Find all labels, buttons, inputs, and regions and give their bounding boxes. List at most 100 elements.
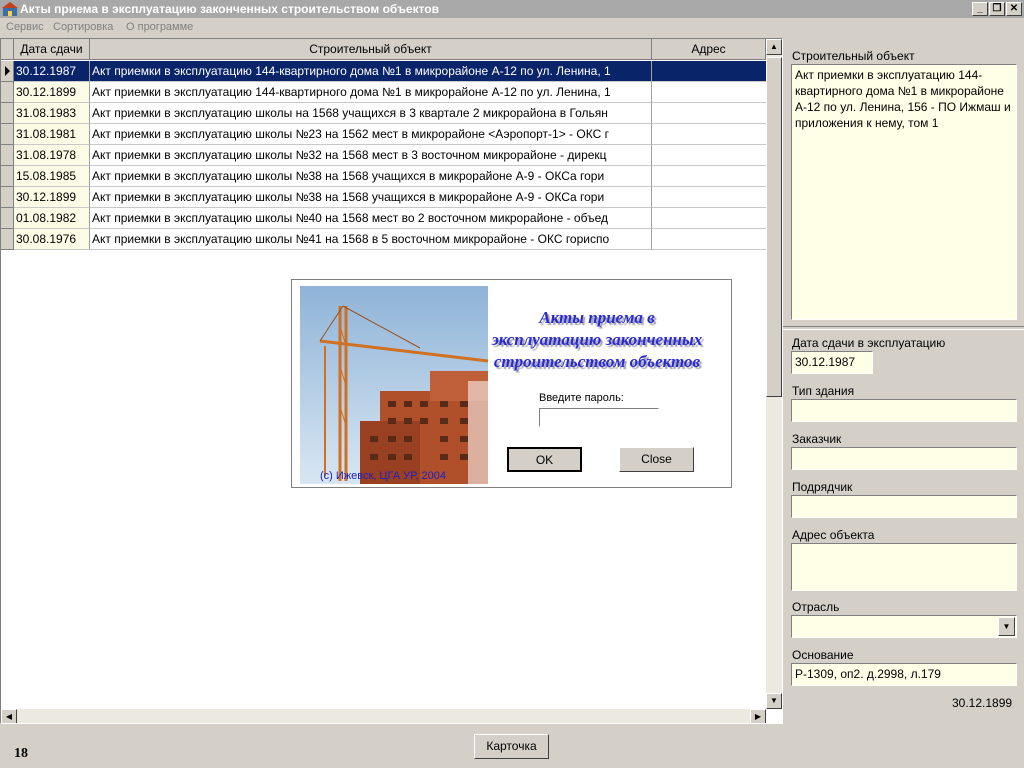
cell-date[interactable]: 30.12.1899 [14, 187, 90, 208]
cell-address[interactable] [652, 82, 766, 103]
footer-date: 30.12.1899 [952, 696, 1013, 710]
cell-address[interactable] [652, 61, 766, 82]
cell-address[interactable] [652, 166, 766, 187]
header-object[interactable]: Строительный объект [90, 39, 652, 60]
cell-date[interactable]: 31.08.1983 [14, 103, 90, 124]
row-indicator[interactable] [1, 187, 14, 208]
grid-header: Дата сдачи Строительный объект Адрес [1, 39, 766, 61]
menu-bar: Сервис Сортировка О программе [0, 18, 1024, 36]
table-row[interactable]: 30.08.1976 Акт приемки в эксплуатацию шко… [1, 229, 766, 250]
date-label: Дата сдачи в эксплуатацию [792, 336, 946, 350]
cell-address[interactable] [652, 103, 766, 124]
cell-date[interactable]: 30.08.1976 [14, 229, 90, 250]
table-row[interactable]: 31.08.1981 Акт приемки в эксплуатацию шко… [1, 124, 766, 145]
table-row[interactable]: 15.08.1985 Акт приемки в эксплуатацию шко… [1, 166, 766, 187]
contractor-label: Подрядчик [792, 480, 853, 494]
cell-address[interactable] [652, 229, 766, 250]
close-button[interactable]: ✕ [1006, 2, 1022, 16]
cell-object[interactable]: Акт приемки в эксплуатацию 144-квартирно… [90, 61, 652, 82]
basis-label: Основание [792, 648, 854, 662]
panel-divider [783, 326, 1024, 330]
menu-service[interactable]: Сервис [6, 21, 44, 33]
bottom-bar: 18 Карточка [0, 724, 1024, 768]
row-indicator[interactable] [1, 145, 14, 166]
dialog-title-line3: строительством объектов [493, 352, 701, 371]
cell-object[interactable]: Акт приемки в эксплуатацию школы №38 на … [90, 187, 652, 208]
industry-select[interactable]: ▼ [791, 615, 1017, 638]
copyright-text: (c) Ижевск, ЦГА УР, 2004 [320, 470, 446, 482]
building-type-label: Тип здания [792, 384, 855, 398]
scroll-left-icon[interactable]: ◀ [1, 709, 17, 723]
cell-date[interactable]: 15.08.1985 [14, 166, 90, 187]
menu-about[interactable]: О программе [126, 21, 193, 33]
row-indicator[interactable] [1, 229, 14, 250]
window-title: Акты приема в эксплуатацию законченных с… [20, 2, 440, 16]
building-type-field[interactable] [791, 399, 1017, 422]
scroll-down-icon[interactable]: ▼ [766, 693, 782, 709]
table-row[interactable]: 31.08.1978 Акт приемки в эксплуатацию шко… [1, 145, 766, 166]
table-row[interactable]: 01.08.1982 Акт приемки в эксплуатацию шко… [1, 208, 766, 229]
row-indicator[interactable] [1, 208, 14, 229]
detail-panel: Строительный объект Акт приемки в эксплу… [783, 38, 1024, 724]
password-label: Введите пароль: [539, 392, 624, 404]
cell-object[interactable]: Акт приемки в эксплуатацию 144-квартирно… [90, 82, 652, 103]
table-row[interactable]: 30.12.1899 Акт приемки в эксплуатацию шко… [1, 187, 766, 208]
password-input[interactable] [539, 408, 659, 427]
horizontal-scrollbar[interactable]: ◀ ▶ [1, 709, 766, 723]
restore-button[interactable]: ❐ [989, 2, 1005, 16]
cell-address[interactable] [652, 187, 766, 208]
cell-object[interactable]: Акт приемки в эксплуатацию школы на 1568… [90, 103, 652, 124]
row-indicator[interactable] [1, 82, 14, 103]
cell-object[interactable]: Акт приемки в эксплуатацию школы №23 на … [90, 124, 652, 145]
dialog-title-line1: Акты приема в [539, 308, 655, 327]
card-button[interactable]: Карточка [474, 734, 549, 759]
row-indicator[interactable] [1, 166, 14, 187]
industry-label: Отрасль [792, 600, 840, 614]
object-memo[interactable]: Акт приемки в эксплуатацию 144-квартирно… [791, 64, 1017, 320]
table-row[interactable]: 30.12.1987 Акт приемки в эксплуатацию 144… [1, 61, 766, 82]
menu-sort[interactable]: Сортировка [53, 21, 113, 33]
contractor-field[interactable] [791, 495, 1017, 518]
app-icon [2, 2, 18, 16]
header-date[interactable]: Дата сдачи [14, 39, 90, 60]
ok-button[interactable]: OK [507, 447, 582, 472]
minimize-button[interactable]: _ [972, 2, 988, 16]
cell-date[interactable]: 31.08.1978 [14, 145, 90, 166]
cell-date[interactable]: 30.12.1987 [14, 61, 90, 82]
close-dialog-button[interactable]: Close [619, 447, 694, 472]
password-dialog: (c) Ижевск, ЦГА УР, 2004 Акты приема в э… [291, 279, 732, 488]
table-row[interactable]: 30.12.1899 Акт приемки в эксплуатацию 144… [1, 82, 766, 103]
cell-address[interactable] [652, 145, 766, 166]
cell-date[interactable]: 30.12.1899 [14, 82, 90, 103]
vertical-scroll-thumb[interactable] [766, 57, 782, 397]
cell-date[interactable]: 01.08.1982 [14, 208, 90, 229]
record-count: 18 [14, 746, 28, 761]
dialog-title-line2: эксплуатацию законченных [491, 330, 703, 349]
basis-field[interactable]: Р-1309, оп2. д.2998, л.179 [791, 663, 1017, 686]
cell-object[interactable]: Акт приемки в эксплуатацию школы №41 на … [90, 229, 652, 250]
address-label: Адрес объекта [792, 528, 875, 542]
scroll-up-icon[interactable]: ▲ [766, 39, 782, 55]
header-address[interactable]: Адрес [652, 39, 766, 60]
row-indicator[interactable] [1, 103, 14, 124]
cell-object[interactable]: Акт приемки в эксплуатацию школы №32 на … [90, 145, 652, 166]
cell-object[interactable]: Акт приемки в эксплуатацию школы №40 на … [90, 208, 652, 229]
cell-date[interactable]: 31.08.1981 [14, 124, 90, 145]
address-field[interactable] [791, 543, 1017, 591]
date-field[interactable]: 30.12.1987 [791, 351, 873, 374]
construction-crane-image [300, 286, 488, 484]
scroll-right-icon[interactable]: ▶ [750, 709, 766, 723]
customer-field[interactable] [791, 447, 1017, 470]
object-label: Строительный объект [792, 49, 915, 63]
row-pointer-icon[interactable] [1, 61, 14, 82]
cell-address[interactable] [652, 208, 766, 229]
vertical-scrollbar[interactable]: ▲ ▼ [766, 39, 782, 709]
dropdown-arrow-icon[interactable]: ▼ [998, 617, 1015, 636]
table-row[interactable]: 31.08.1983 Акт приемки в эксплуатацию шко… [1, 103, 766, 124]
title-bar: Акты приема в эксплуатацию законченных с… [0, 0, 1024, 18]
customer-label: Заказчик [792, 432, 842, 446]
row-indicator[interactable] [1, 124, 14, 145]
cell-object[interactable]: Акт приемки в эксплуатацию школы №38 на … [90, 166, 652, 187]
cell-address[interactable] [652, 124, 766, 145]
header-indicator [1, 39, 14, 60]
